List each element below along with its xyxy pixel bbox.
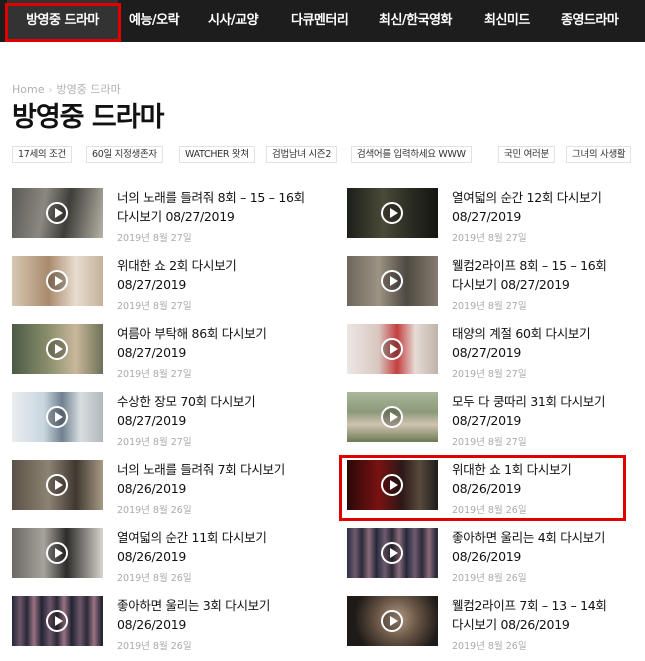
- post-title[interactable]: 여름아 부탁해 86회 다시보기 08/27/2019: [117, 324, 309, 362]
- post-thumbnail[interactable]: [347, 528, 438, 578]
- post-thumbnail[interactable]: [347, 256, 438, 306]
- post-date: 2019년 8월 26일: [117, 505, 192, 516]
- post-card[interactable]: 수상한 장모 70회 다시보기 08/27/2019 2019년 8월 27일: [12, 392, 308, 452]
- post-thumbnail[interactable]: [12, 528, 103, 578]
- play-icon: [46, 474, 68, 496]
- post-card[interactable]: 좋아하면 울리는 3회 다시보기 08/26/2019 2019년 8월 26일: [12, 596, 308, 656]
- post-title[interactable]: 열여덟의 순간 11회 다시보기 08/26/2019: [117, 528, 309, 566]
- post-thumbnail[interactable]: [12, 324, 103, 374]
- play-icon: [381, 270, 403, 292]
- post-thumbnail[interactable]: [347, 460, 438, 510]
- play-icon: [381, 338, 403, 360]
- play-icon: [46, 338, 68, 360]
- play-icon: [46, 610, 68, 632]
- post-thumbnail[interactable]: [12, 460, 103, 510]
- post-title[interactable]: 좋아하면 울리는 3회 다시보기 08/26/2019: [117, 596, 309, 634]
- post-card[interactable]: 열여덟의 순간 12회 다시보기 08/27/2019 2019년 8월 27일: [347, 188, 643, 248]
- page-title: 방영중 드라마: [12, 102, 164, 133]
- post-thumbnail[interactable]: [347, 324, 438, 374]
- post-date: 2019년 8월 26일: [117, 573, 192, 584]
- post-card[interactable]: 태양의 계절 60회 다시보기 08/27/2019 2019년 8월 27일: [347, 324, 643, 384]
- post-card[interactable]: 너의 노래를 들려줘 8회 – 15 – 16회 다시보기 08/27/2019…: [12, 188, 308, 248]
- nav-item-us-drama[interactable]: 최신미드: [484, 0, 530, 42]
- post-title[interactable]: 모두 다 쿵따리 31회 다시보기 08/27/2019: [452, 392, 644, 430]
- tag-item[interactable]: 그녀의 사생활: [566, 146, 632, 163]
- post-title[interactable]: 너의 노래를 들려줘 8회 – 15 – 16회 다시보기 08/27/2019: [117, 188, 309, 226]
- post-card[interactable]: 위대한 쇼 2회 다시보기 08/27/2019 2019년 8월 27일: [12, 256, 308, 316]
- post-title[interactable]: 태양의 계절 60회 다시보기 08/27/2019: [452, 324, 644, 362]
- post-title[interactable]: 위대한 쇼 1회 다시보기 08/26/2019: [452, 460, 644, 498]
- post-title[interactable]: 열여덟의 순간 12회 다시보기 08/27/2019: [452, 188, 644, 226]
- post-date: 2019년 8월 27일: [452, 301, 527, 312]
- post-date: 2019년 8월 27일: [117, 369, 192, 380]
- nav-item-variety[interactable]: 예능/오락: [129, 0, 180, 42]
- tag-item[interactable]: 17세의 조건: [12, 146, 72, 163]
- post-card[interactable]: 웰컴2라이프 7회 – 13 – 14회 다시보기 08/26/2019 201…: [347, 596, 643, 656]
- nav-item-korean-movies[interactable]: 최신/한국영화: [379, 0, 453, 42]
- post-card[interactable]: 너의 노래를 들려줘 7회 다시보기 08/26/2019 2019년 8월 2…: [12, 460, 308, 520]
- post-thumbnail[interactable]: [347, 596, 438, 646]
- play-icon: [381, 406, 403, 428]
- tag-item[interactable]: WATCHER 왓쳐: [179, 146, 255, 163]
- post-thumbnail[interactable]: [12, 392, 103, 442]
- post-date: 2019년 8월 27일: [452, 369, 527, 380]
- play-icon: [381, 542, 403, 564]
- nav-item-documentary[interactable]: 다큐멘터리: [291, 0, 349, 42]
- post-card[interactable]: 여름아 부탁해 86회 다시보기 08/27/2019 2019년 8월 27일: [12, 324, 308, 384]
- post-thumbnail[interactable]: [12, 188, 103, 238]
- post-title[interactable]: 웰컴2라이프 7회 – 13 – 14회 다시보기 08/26/2019: [452, 596, 644, 634]
- post-card[interactable]: 좋아하면 울리는 4회 다시보기 08/26/2019 2019년 8월 26일: [347, 528, 643, 588]
- post-title[interactable]: 웰컴2라이프 8회 – 15 – 16회 다시보기 08/27/2019: [452, 256, 644, 294]
- post-date: 2019년 8월 27일: [452, 233, 527, 244]
- nav-item-airing-drama[interactable]: 방영중 드라마: [7, 0, 118, 42]
- tag-item[interactable]: 국민 여러분: [498, 146, 555, 163]
- post-date: 2019년 8월 27일: [117, 233, 192, 244]
- play-icon: [46, 202, 68, 224]
- post-date: 2019년 8월 27일: [452, 437, 527, 448]
- play-icon: [381, 474, 403, 496]
- post-date: 2019년 8월 26일: [452, 573, 527, 584]
- top-navigation: 방영중 드라마 예능/오락 시사/교양 다큐멘터리 최신/한국영화 최신미드 종…: [0, 0, 645, 42]
- post-thumbnail[interactable]: [12, 596, 103, 646]
- play-icon: [46, 542, 68, 564]
- post-date: 2019년 8월 26일: [452, 505, 527, 516]
- post-date: 2019년 8월 27일: [117, 301, 192, 312]
- tag-item[interactable]: 검법남녀 시즌2: [266, 146, 338, 163]
- play-icon: [381, 610, 403, 632]
- post-date: 2019년 8월 26일: [452, 641, 527, 652]
- post-date: 2019년 8월 27일: [117, 437, 192, 448]
- post-thumbnail[interactable]: [12, 256, 103, 306]
- nav-item-current-affairs[interactable]: 시사/교양: [208, 0, 259, 42]
- play-icon: [46, 270, 68, 292]
- post-title[interactable]: 수상한 장모 70회 다시보기 08/27/2019: [117, 392, 309, 430]
- post-thumbnail[interactable]: [347, 188, 438, 238]
- nav-item-ended-drama[interactable]: 종영드라마: [561, 0, 619, 42]
- post-card[interactable]: 위대한 쇼 1회 다시보기 08/26/2019 2019년 8월 26일: [347, 460, 643, 520]
- post-title[interactable]: 너의 노래를 들려줘 7회 다시보기 08/26/2019: [117, 460, 309, 498]
- post-card[interactable]: 열여덟의 순간 11회 다시보기 08/26/2019 2019년 8월 26일: [12, 528, 308, 588]
- tag-item[interactable]: 60일 지정생존자: [86, 146, 163, 163]
- post-card[interactable]: 웰컴2라이프 8회 – 15 – 16회 다시보기 08/27/2019 201…: [347, 256, 643, 316]
- post-title[interactable]: 좋아하면 울리는 4회 다시보기 08/26/2019: [452, 528, 644, 566]
- post-card[interactable]: 모두 다 쿵따리 31회 다시보기 08/27/2019 2019년 8월 27…: [347, 392, 643, 452]
- post-title[interactable]: 위대한 쇼 2회 다시보기 08/27/2019: [117, 256, 309, 294]
- post-thumbnail[interactable]: [347, 392, 438, 442]
- play-icon: [381, 202, 403, 224]
- tag-item[interactable]: 검색어를 입력하세요 WWW: [351, 146, 472, 163]
- play-icon: [46, 406, 68, 428]
- post-date: 2019년 8월 26일: [117, 641, 192, 652]
